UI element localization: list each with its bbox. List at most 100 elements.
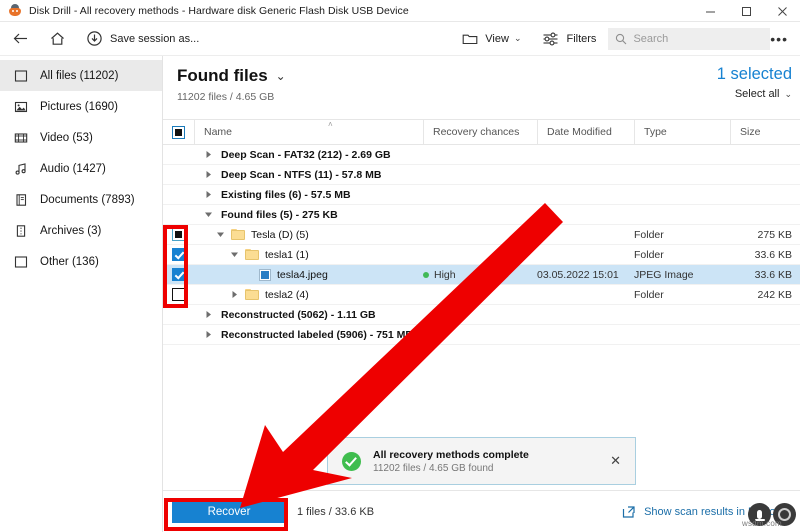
sidebar-label: All files (11202) xyxy=(40,69,119,82)
sidebar-item-documents[interactable]: Documents (7893) xyxy=(0,184,162,215)
row-name-cell: Reconstructed (5062) - 1.11 GB xyxy=(194,308,423,321)
recovery-status-dot-icon xyxy=(423,271,429,278)
chevron-expanded-icon[interactable] xyxy=(202,208,215,221)
sidebar-label: Other (136) xyxy=(40,255,99,268)
sidebar-item-archives[interactable]: Archives (3) xyxy=(0,215,162,246)
disk-drill-window: Disk Drill - All recovery methods - Hard… xyxy=(0,0,800,532)
disk-drill-icon xyxy=(8,3,22,18)
chevron-collapsed-icon[interactable] xyxy=(228,288,241,301)
row-name-cell: tesla1 (1) xyxy=(194,248,423,261)
table-row[interactable]: Reconstructed labeled (5906) - 751 MB xyxy=(163,325,800,345)
column-label: Type xyxy=(644,126,667,138)
chevron-down-icon[interactable]: ⌄ xyxy=(276,69,286,83)
folder-icon xyxy=(245,289,259,300)
home-button[interactable] xyxy=(43,22,72,56)
search-input[interactable]: Search xyxy=(608,27,771,50)
toast-body: All recovery methods complete 11202 file… xyxy=(373,449,529,474)
back-button[interactable] xyxy=(6,22,35,56)
table-row[interactable]: Tesla (D) (5) Folder 275 KB xyxy=(163,225,800,245)
row-checkbox-cell[interactable] xyxy=(163,248,194,261)
table-header: Name ˄ Recovery chances Date Modified Ty… xyxy=(163,119,800,145)
row-checkbox-cell[interactable] xyxy=(163,268,194,281)
chevron-collapsed-icon[interactable] xyxy=(202,328,215,341)
close-button[interactable] xyxy=(764,0,800,22)
row-name-cell: Deep Scan - FAT32 (212) - 2.69 GB xyxy=(194,148,423,161)
toast-close-button[interactable]: ✕ xyxy=(610,453,621,469)
row-type-cell: Folder xyxy=(634,288,664,301)
table-row[interactable]: tesla4.jpeg High 03.05.2022 15:01 JPEG Imag… xyxy=(163,265,800,285)
chevron-collapsed-icon[interactable] xyxy=(202,168,215,181)
row-size-cell: 33.6 KB xyxy=(754,268,792,281)
row-checkbox-cell[interactable] xyxy=(163,228,194,241)
row-name-cell: Existing files (6) - 57.5 MB xyxy=(194,188,423,201)
sidebar-item-video[interactable]: Video (53) xyxy=(0,122,162,153)
row-name-cell: Found files (5) - 275 KB xyxy=(194,208,423,221)
column-header-recovery-chances[interactable]: Recovery chances xyxy=(423,119,537,145)
table-row[interactable]: Deep Scan - NTFS (11) - 57.8 MB xyxy=(163,165,800,185)
maximize-button[interactable] xyxy=(728,0,764,22)
page-title: Found files xyxy=(177,66,268,85)
select-all-checkbox[interactable] xyxy=(163,119,194,145)
row-label: Reconstructed labeled (5906) - 751 MB xyxy=(221,328,413,341)
row-size-cell: 242 KB xyxy=(757,288,792,301)
bottom-bar: Recover 1 files / 33.6 KB Show scan resu… xyxy=(163,490,800,532)
row-label: Reconstructed (5062) - 1.11 GB xyxy=(221,308,376,321)
table-row[interactable]: tesla2 (4) Folder 242 KB xyxy=(163,285,800,305)
table-row[interactable]: tesla1 (1) Folder 33.6 KB xyxy=(163,245,800,265)
chevron-collapsed-icon[interactable] xyxy=(202,308,215,321)
checkbox-unchecked-icon xyxy=(172,288,185,301)
row-label: tesla1 (1) xyxy=(265,248,309,261)
row-name-cell: Reconstructed labeled (5906) - 751 MB xyxy=(194,328,423,341)
column-header-name[interactable]: Name ˄ xyxy=(194,119,423,145)
toast-subtitle: 11202 files / 4.65 GB found xyxy=(373,462,494,474)
recover-button[interactable]: Recover xyxy=(172,500,286,523)
toast-title: All recovery methods complete xyxy=(373,448,529,461)
row-type-cell: Folder xyxy=(634,248,664,261)
row-name-cell: Deep Scan - NTFS (11) - 57.8 MB xyxy=(194,168,423,181)
chevron-down-icon: ⌄ xyxy=(513,33,522,43)
view-button[interactable]: View ⌄ xyxy=(456,22,527,56)
table-row[interactable]: Existing files (6) - 57.5 MB xyxy=(163,185,800,205)
main-header: Found files ⌄ 11202 files / 4.65 GB 1 sel… xyxy=(163,56,800,119)
filters-button[interactable]: Filters xyxy=(536,22,602,56)
back-arrow-icon xyxy=(12,31,29,46)
minimize-button[interactable] xyxy=(692,0,728,22)
column-header-type[interactable]: Type xyxy=(634,119,730,145)
row-type-cell: Folder xyxy=(634,228,664,241)
chevron-collapsed-icon[interactable] xyxy=(202,188,215,201)
more-options-button[interactable]: ••• xyxy=(770,22,788,56)
file-tree: Deep Scan - FAT32 (212) - 2.69 GB Deep Sc… xyxy=(163,145,800,345)
row-size-cell: 275 KB xyxy=(757,228,792,241)
column-label: Size xyxy=(740,126,761,138)
column-label: Date Modified xyxy=(547,126,612,138)
window-title: Disk Drill - All recovery methods - Hard… xyxy=(29,4,409,17)
home-icon xyxy=(49,31,66,47)
row-checkbox-cell[interactable] xyxy=(163,288,194,301)
chevron-collapsed-icon[interactable] xyxy=(202,148,215,161)
chevron-expanded-icon[interactable] xyxy=(228,248,241,261)
column-header-size[interactable]: Size xyxy=(730,119,800,145)
column-header-date-modified[interactable]: Date Modified xyxy=(537,119,634,145)
sidebar-item-other[interactable]: Other (136) xyxy=(0,246,162,277)
folder-icon xyxy=(462,32,478,46)
window-controls xyxy=(692,0,800,22)
checkbox-indeterminate-icon xyxy=(172,228,185,241)
main-toolbar: Save session as... View ⌄ Filters Search… xyxy=(0,22,800,56)
sidebar-label: Audio (1427) xyxy=(40,162,106,175)
folder-icon xyxy=(245,249,259,260)
table-row[interactable]: Reconstructed (5062) - 1.11 GB xyxy=(163,305,800,325)
row-label: Existing files (6) - 57.5 MB xyxy=(221,188,351,201)
sidebar-item-pictures[interactable]: Pictures (1690) xyxy=(0,91,162,122)
sidebar-label: Documents (7893) xyxy=(40,193,135,206)
table-row[interactable]: Found files (5) - 275 KB xyxy=(163,205,800,225)
save-session-button[interactable]: Save session as... xyxy=(80,22,205,56)
sidebar-item-all-files[interactable]: All files (11202) xyxy=(0,60,162,91)
table-row[interactable]: Deep Scan - FAT32 (212) - 2.69 GB xyxy=(163,145,800,165)
folder-icon xyxy=(231,229,245,240)
select-all-button[interactable]: Select all ⌄ xyxy=(717,88,792,100)
sidebar-item-audio[interactable]: Audio (1427) xyxy=(0,153,162,184)
found-subtitle: 11202 files / 4.65 GB xyxy=(177,91,275,103)
row-name-cell: Tesla (D) (5) xyxy=(194,228,423,241)
chevron-expanded-icon[interactable] xyxy=(214,228,227,241)
